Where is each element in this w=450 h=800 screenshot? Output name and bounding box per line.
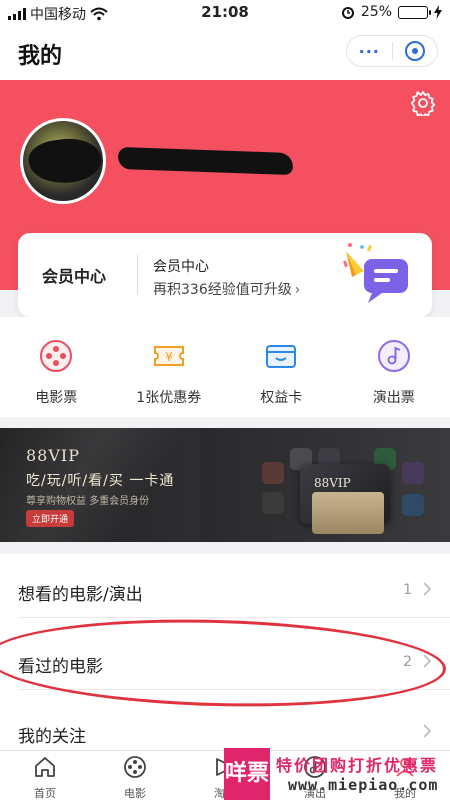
divider: [18, 689, 450, 690]
quick-action-coupon[interactable]: ¥ 1张优惠券: [113, 317, 226, 417]
member-center-label: 会员中心: [42, 267, 107, 286]
music-note-icon: [377, 340, 410, 372]
quick-action-label: 电影票: [35, 390, 78, 406]
banner-brand: 88VIP: [26, 446, 80, 465]
page-title: 我的: [18, 44, 63, 69]
alarm-icon: [341, 7, 354, 19]
list-item-label: 我的关注: [18, 727, 86, 747]
member-center-title: 会员中心: [153, 259, 209, 275]
quick-actions: 电影票 ¥ 1张优惠券 权益卡 演出票: [0, 317, 450, 417]
home-icon: [35, 757, 55, 777]
watermark-logo-text: 咩票: [224, 761, 269, 786]
list-item-count: 1: [403, 582, 412, 598]
quick-action-movie-ticket[interactable]: 电影票: [0, 317, 113, 417]
vip-card-label: 88VIP: [314, 476, 351, 490]
member-center-card[interactable]: 会员中心 会员中心 再积336经验值可升级 ›: [18, 233, 432, 317]
watermark-url: www.miepiao.com: [288, 776, 439, 794]
chevron-right-icon: [423, 724, 432, 738]
gear-icon[interactable]: [410, 90, 436, 116]
tab-label: 电影: [124, 787, 146, 800]
ellipsis-icon[interactable]: ···: [347, 42, 392, 61]
svg-text:¥: ¥: [165, 350, 173, 364]
upgrade-hint-text: 再积336经验值可升级: [153, 282, 292, 298]
banner-headline: 吃/玩/听/看/买 一卡通: [26, 473, 175, 489]
redaction-scribble: [26, 134, 103, 188]
miniapp-capsule: ···: [346, 35, 438, 67]
watermark-logo: 咩票: [224, 748, 270, 800]
status-bar: 中国移动 21:08 25%: [0, 0, 450, 26]
battery-icon: [398, 5, 431, 19]
charging-icon: [434, 5, 442, 19]
quick-action-benefit-card[interactable]: 权益卡: [225, 317, 338, 417]
card-wallet-icon: [266, 345, 297, 368]
quick-action-label: 权益卡: [260, 390, 303, 406]
divider: [18, 617, 450, 618]
tab-label: 首页: [34, 787, 56, 800]
upgrade-hint[interactable]: 再积336经验值可升级 ›: [153, 279, 300, 299]
list-item-want-to-see[interactable]: 想看的电影/演出 1: [0, 562, 450, 618]
chevron-right-icon: ›: [294, 282, 301, 298]
quick-action-label: 1张优惠券: [136, 390, 202, 406]
coupon-yen-icon: ¥: [153, 346, 184, 366]
quick-action-label: 演出票: [372, 390, 415, 406]
list-item-label: 看过的电影: [18, 657, 103, 677]
watermark: 咩票 特价团购打折优惠票 www.miepiao.com: [224, 748, 450, 800]
menu-list: 想看的电影/演出 1 看过的电影 2 我的关注: [0, 554, 450, 750]
avatar[interactable]: [20, 118, 106, 204]
envelope-illustration: [312, 492, 384, 534]
target-close-icon[interactable]: [392, 40, 437, 62]
page-header: 我的 ···: [0, 26, 450, 80]
quick-action-show-ticket[interactable]: 演出票: [338, 317, 450, 417]
tab-movie[interactable]: 电影: [90, 751, 180, 800]
banner-subline: 尊享购物权益 多重会员身份: [26, 496, 150, 507]
chevron-right-icon: [423, 654, 432, 668]
vip-banner[interactable]: 88VIP 吃/玩/听/看/买 一卡通 尊享购物权益 多重会员身份 立即开通 8…: [0, 428, 450, 542]
card-divider: [137, 255, 138, 295]
list-item-label: 想看的电影/演出: [18, 585, 143, 605]
chevron-right-icon: [423, 582, 432, 596]
banner-cta-button[interactable]: 立即开通: [26, 510, 75, 527]
list-item-watched-movies[interactable]: 看过的电影 2: [0, 634, 450, 690]
list-item-count: 2: [403, 654, 412, 670]
film-reel-icon: [124, 756, 146, 778]
film-reel-icon: [40, 340, 73, 372]
tab-home[interactable]: 首页: [0, 751, 90, 800]
watermark-slogan: 特价团购打折优惠票: [276, 756, 439, 775]
party-popper-icon: [343, 243, 408, 303]
battery-percent: 25%: [360, 4, 392, 20]
username-redacted: [117, 146, 294, 176]
